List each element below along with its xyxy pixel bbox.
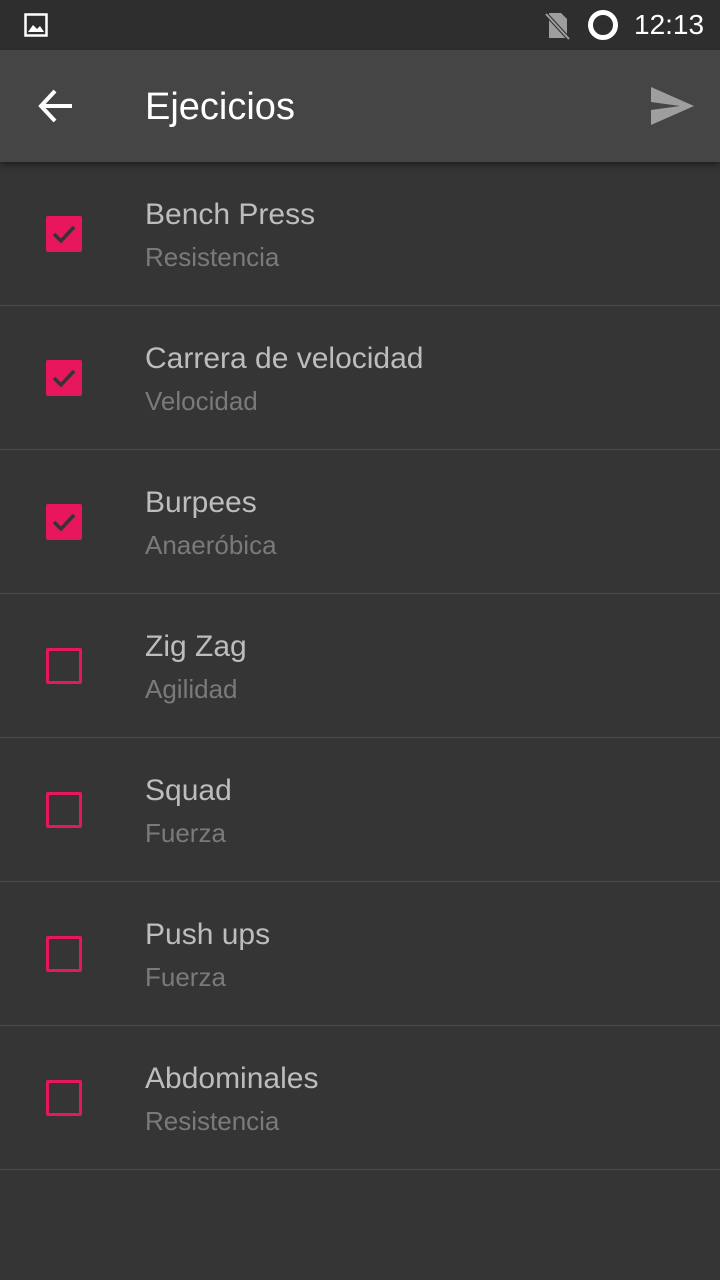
list-item[interactable]: Zig Zag Agilidad xyxy=(0,594,720,738)
exercise-category: Fuerza xyxy=(145,962,226,992)
exercise-name: Squad xyxy=(145,774,232,807)
gallery-icon xyxy=(24,13,48,42)
no-sim-icon xyxy=(543,11,571,46)
checkbox[interactable] xyxy=(46,936,82,972)
checkbox[interactable] xyxy=(46,648,82,684)
list-item[interactable]: Carrera de velocidad Velocidad xyxy=(0,306,720,450)
check-icon xyxy=(52,225,76,244)
exercise-name: Bench Press xyxy=(145,198,316,231)
check-icon xyxy=(52,369,76,388)
status-bar: 12:13 xyxy=(0,0,720,50)
exercise-category: Anaeróbica xyxy=(145,530,277,560)
exercise-name: Zig Zag xyxy=(145,630,247,663)
checkbox[interactable] xyxy=(46,504,82,540)
exercise-name: Abdominales xyxy=(145,1062,319,1095)
status-time: 12:13 xyxy=(634,9,705,40)
back-button[interactable] xyxy=(36,86,76,126)
list-item[interactable]: Push ups Fuerza xyxy=(0,882,720,1026)
exercise-name: Burpees xyxy=(145,486,257,519)
exercise-category: Agilidad xyxy=(145,674,238,704)
exercise-name: Push ups xyxy=(145,918,271,951)
arrow-left-icon xyxy=(38,89,72,123)
exercise-category: Resistencia xyxy=(145,1106,280,1136)
check-icon xyxy=(52,513,76,532)
list-item[interactable]: Squad Fuerza xyxy=(0,738,720,882)
list-item[interactable]: Bench Press Resistencia xyxy=(0,162,720,306)
send-icon xyxy=(651,87,694,125)
checkbox[interactable] xyxy=(46,360,82,396)
exercise-name: Carrera de velocidad xyxy=(145,342,424,375)
checkbox[interactable] xyxy=(46,1080,82,1116)
app-bar: Ejecicios xyxy=(0,50,720,162)
checkbox[interactable] xyxy=(46,216,82,252)
exercise-category: Velocidad xyxy=(145,386,258,416)
sync-ring-icon xyxy=(587,9,619,46)
send-button[interactable] xyxy=(648,84,696,128)
exercise-category: Resistencia xyxy=(145,242,280,272)
checkbox[interactable] xyxy=(46,792,82,828)
list-item[interactable]: Abdominales Resistencia xyxy=(0,1026,720,1170)
exercise-category: Fuerza xyxy=(145,818,226,848)
list-item[interactable]: Burpees Anaeróbica xyxy=(0,450,720,594)
exercise-list: Bench Press Resistencia Carrera de velocid… xyxy=(0,162,720,1170)
page-title: Ejecicios xyxy=(145,86,295,128)
